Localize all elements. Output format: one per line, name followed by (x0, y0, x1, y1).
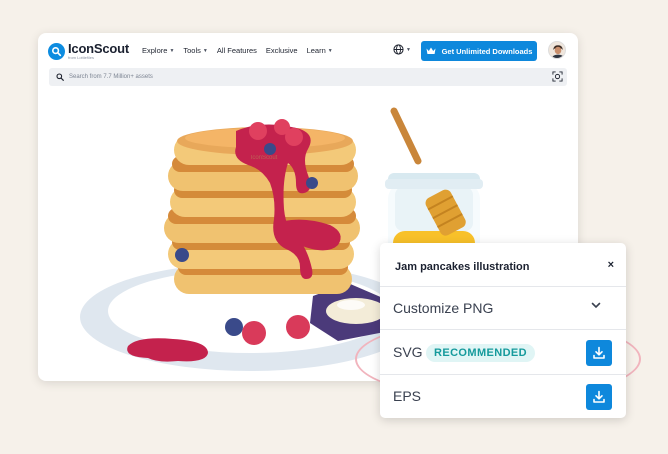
svg-download-button[interactable] (586, 340, 612, 366)
download-options-panel: Jam pancakes illustration × Customize PN… (380, 243, 626, 418)
svg-label: SVG (393, 344, 423, 360)
get-unlimited-downloads-button[interactable]: Get Unlimited Downloads (421, 41, 537, 61)
chevron-down-icon[interactable] (591, 302, 601, 309)
nav-explore-label: Explore (142, 46, 168, 55)
nav-all-features-label: All Features (216, 46, 257, 55)
main-nav: Explore ▼ Tools ▼ All Features Exclusive L… (142, 46, 342, 55)
language-selector[interactable]: ▼ (393, 44, 411, 55)
nav-all-features[interactable]: All Features (217, 46, 257, 55)
globe-icon (393, 44, 404, 55)
visual-search-icon[interactable] (552, 71, 563, 82)
avatar[interactable] (548, 41, 566, 59)
search-icon (56, 73, 64, 81)
nav-exclusive-label: Exclusive (265, 46, 298, 55)
watermark: IconScout (251, 155, 278, 161)
crown-icon (426, 47, 436, 54)
panel-title: Jam pancakes illustration (395, 261, 530, 273)
panel-header: Jam pancakes illustration × (380, 243, 626, 287)
chevron-down-icon: ▼ (406, 46, 411, 53)
eps-label: EPS (393, 388, 422, 404)
top-navigation-bar: IconScout from Lottiefiles Explore ▼ Tool… (38, 33, 578, 69)
customize-png-option[interactable]: Customize PNG (380, 287, 626, 330)
chevron-down-icon: ▼ (169, 47, 175, 54)
recommended-badge: RECOMMENDED (426, 344, 536, 362)
eps-download-option[interactable]: EPS (380, 375, 626, 418)
svg-download-option[interactable]: SVG RECOMMENDED (380, 330, 626, 375)
nav-explore[interactable]: Explore ▼ (142, 46, 174, 55)
brand-tagline: from Lottiefiles (68, 55, 95, 60)
download-icon (593, 390, 605, 403)
search-bar[interactable]: Search from 7.7 Million+ assets (49, 68, 567, 86)
nav-learn[interactable]: Learn ▼ (307, 46, 333, 55)
nav-learn-label: Learn (306, 46, 326, 55)
chevron-down-icon: ▼ (327, 47, 333, 54)
chevron-down-icon: ▼ (202, 47, 208, 54)
iconscout-logo[interactable]: IconScout from Lottiefiles (48, 42, 129, 60)
search-input[interactable]: Search from 7.7 Million+ assets (69, 74, 153, 80)
customize-png-label: Customize PNG (393, 300, 494, 316)
eps-download-button[interactable] (586, 384, 612, 410)
nav-tools[interactable]: Tools ▼ (183, 46, 207, 55)
nav-exclusive[interactable]: Exclusive (266, 46, 298, 55)
close-icon[interactable]: × (608, 259, 614, 271)
brand-name: IconScout (68, 41, 130, 56)
download-icon (593, 346, 605, 359)
cta-label: Get Unlimited Downloads (441, 46, 533, 56)
logo-magnifier-icon (48, 42, 65, 60)
nav-tools-label: Tools (183, 46, 201, 55)
